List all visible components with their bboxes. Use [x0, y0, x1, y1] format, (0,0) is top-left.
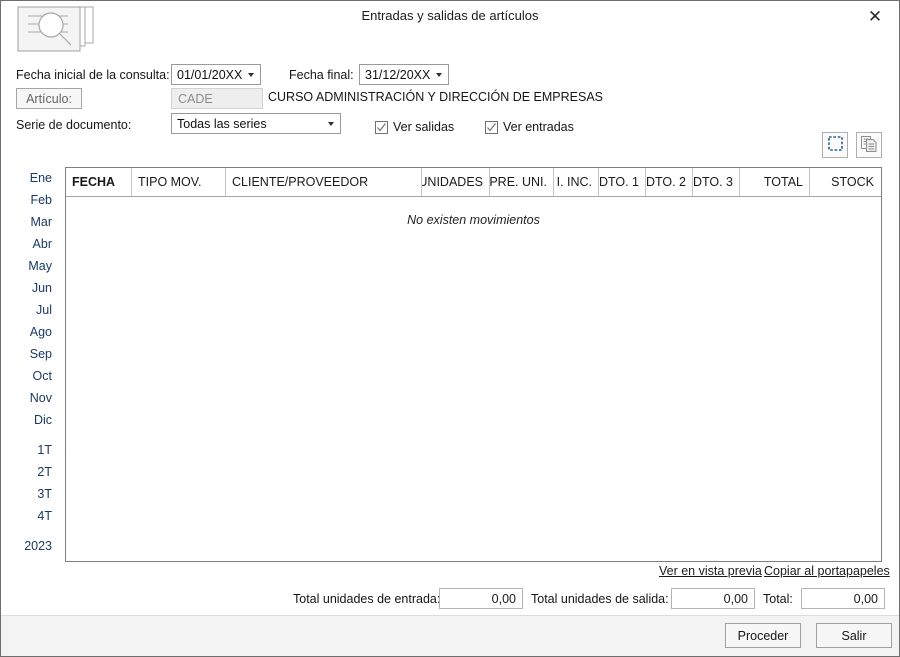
select-all-button[interactable] [822, 132, 848, 158]
sidebar-item-2023[interactable]: 2023 [1, 535, 65, 557]
copy-to-clipboard-button[interactable] [856, 132, 882, 158]
total-value[interactable]: 0,00 [801, 588, 885, 609]
grid-column-header[interactable]: PRE. UNI. [490, 168, 554, 196]
fecha-final-input[interactable]: 31/12/20XX [359, 64, 449, 85]
ver-salidas-checkbox[interactable]: Ver salidas [375, 118, 454, 136]
title-bar: Entradas y salidas de artículos ✕ [1, 1, 899, 56]
fecha-final-value: 31/12/20XX [365, 67, 430, 82]
proceder-button[interactable]: Proceder [725, 623, 801, 648]
close-icon[interactable]: ✕ [853, 1, 897, 31]
checkmark-icon [485, 120, 498, 134]
sidebar-item-jun[interactable]: Jun [1, 277, 65, 299]
articulo-button[interactable]: Artículo: [16, 88, 82, 109]
sidebar-item-feb[interactable]: Feb [1, 189, 65, 211]
sidebar-item-abr[interactable]: Abr [1, 233, 65, 255]
grid-header-row: FECHA TIPO MOV. CLIENTE/PROVEEDOR UNIDADES P… [66, 168, 881, 197]
ver-salidas-label: Ver salidas [393, 120, 455, 134]
sidebar-item-mar[interactable]: Mar [1, 211, 65, 233]
grid-column-header[interactable]: DTO. 1 [599, 168, 646, 196]
grid-column-header[interactable]: I. INC. [554, 168, 599, 196]
grid-column-header[interactable]: CLIENTE/PROVEEDOR [226, 168, 422, 196]
sidebar-item-ago[interactable]: Ago [1, 321, 65, 343]
chevron-down-icon[interactable] [242, 65, 260, 84]
sidebar-item-jul[interactable]: Jul [1, 299, 65, 321]
dashed-selection-icon [827, 136, 843, 154]
fecha-final-label: Fecha final: [289, 68, 354, 82]
sidebar-item-4t[interactable]: 4T [1, 505, 65, 527]
total-salida-value[interactable]: 0,00 [671, 588, 755, 609]
checkmark-icon [375, 120, 388, 134]
dialog-window: Entradas y salidas de artículos ✕ Fecha … [0, 0, 900, 657]
movements-grid: FECHA TIPO MOV. CLIENTE/PROVEEDOR UNIDADES P… [65, 167, 882, 562]
grid-column-header[interactable]: TIPO MOV. [132, 168, 226, 196]
salir-button[interactable]: Salir [816, 623, 892, 648]
total-salida-label: Total unidades de salida: [531, 592, 669, 606]
fecha-inicial-value: 01/01/20XX [177, 67, 242, 82]
window-title: Entradas y salidas de artículos [361, 8, 539, 23]
fecha-inicial-label: Fecha inicial de la consulta: [16, 68, 170, 82]
period-sidebar: Ene Feb Mar Abr May Jun Jul Ago Sep Oct Nov Dic 1T 2T… [1, 167, 65, 563]
grid-column-header[interactable]: STOCK [810, 168, 880, 196]
fecha-inicial-input[interactable]: 01/01/20XX [171, 64, 261, 85]
total-entrada-label: Total unidades de entrada: [293, 592, 441, 606]
grid-column-header[interactable]: UNIDADES [422, 168, 490, 196]
sidebar-item-sep[interactable]: Sep [1, 343, 65, 365]
sidebar-item-3t[interactable]: 3T [1, 483, 65, 505]
sidebar-item-oct[interactable]: Oct [1, 365, 65, 387]
grid-column-header[interactable]: TOTAL [740, 168, 810, 196]
sidebar-item-may[interactable]: May [1, 255, 65, 277]
articulo-description: CURSO ADMINISTRACIÓN Y DIRECCIÓN DE EMPR… [268, 90, 604, 104]
sidebar-item-dic[interactable]: Dic [1, 409, 65, 431]
copy-documents-icon [861, 135, 877, 155]
ver-entradas-label: Ver entradas [503, 120, 574, 134]
sidebar-item-2t[interactable]: 2T [1, 461, 65, 483]
serie-documento-select[interactable]: Todas las series [171, 113, 341, 134]
grid-empty-message: No existen movimientos [407, 213, 540, 227]
sidebar-item-nov[interactable]: Nov [1, 387, 65, 409]
preview-link[interactable]: Ver en vista previa [659, 564, 762, 578]
sidebar-item-1t[interactable]: 1T [1, 439, 65, 461]
articulo-code-field[interactable]: CADE [171, 88, 263, 109]
serie-documento-label: Serie de documento: [16, 118, 132, 132]
grid-column-header[interactable]: FECHA [66, 168, 132, 196]
chevron-down-icon[interactable] [322, 114, 340, 133]
serie-documento-value: Todas las series [177, 116, 267, 131]
footer-bar: Proceder Salir [1, 615, 899, 656]
ver-entradas-checkbox[interactable]: Ver entradas [485, 118, 574, 136]
total-entrada-value[interactable]: 0,00 [439, 588, 523, 609]
copy-clipboard-link[interactable]: Copiar al portapapeles [764, 564, 890, 578]
sidebar-item-ene[interactable]: Ene [1, 167, 65, 189]
grid-column-header[interactable]: DTO. 3 [693, 168, 740, 196]
grid-column-header[interactable]: DTO. 2 [646, 168, 693, 196]
chevron-down-icon[interactable] [430, 65, 448, 84]
total-label: Total: [763, 592, 793, 606]
